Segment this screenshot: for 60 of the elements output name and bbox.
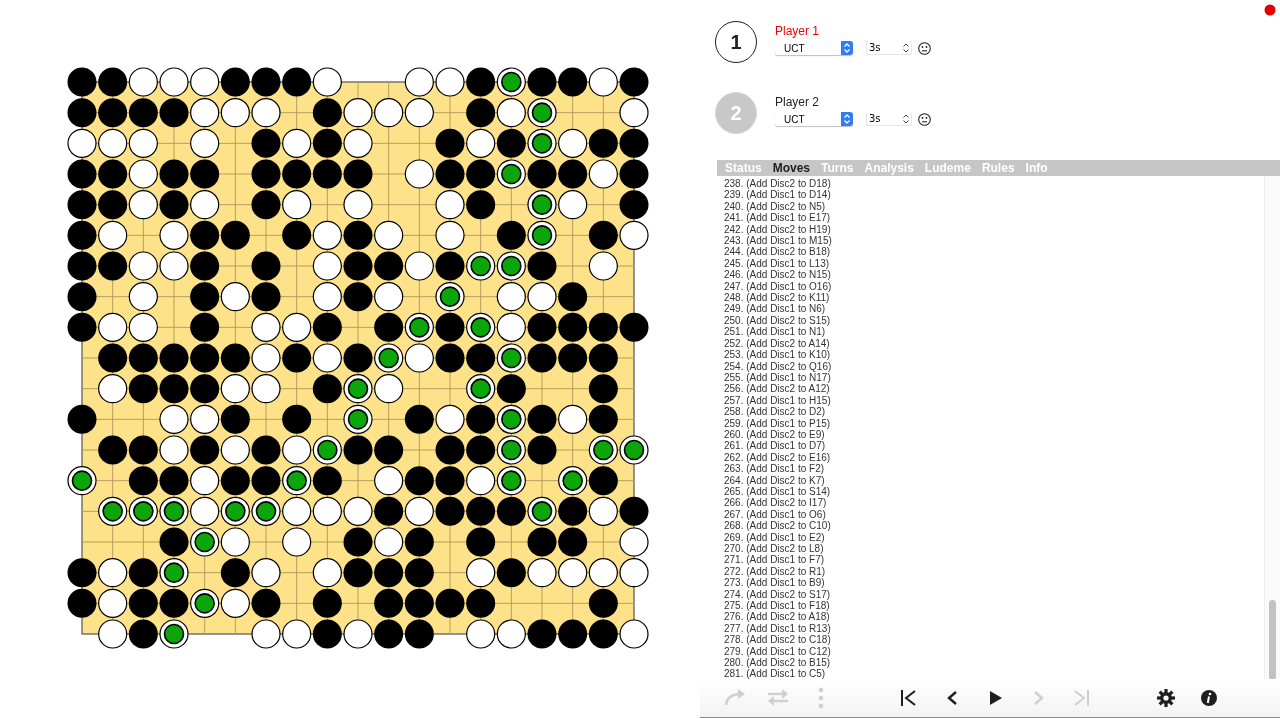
move-entry[interactable]: 280. (Add Disc2 to B15) [724,657,831,669]
player-name: Player 2 [775,95,821,109]
move-entry[interactable]: 270. (Add Disc2 to L8) [724,543,824,555]
move-entry[interactable]: 252. (Add Disc2 to A14) [724,337,830,350]
move-entry[interactable]: 242. (Add Disc2 to H19) [724,223,831,236]
move-entry[interactable]: 281. (Add Disc1 to C5) [724,668,826,679]
move-entry[interactable]: 266. (Add Disc2 to I17) [724,497,827,509]
move-entry[interactable]: 263. (Add Disc1 to F2) [724,463,825,475]
move-entry[interactable]: 255. (Add Disc1 to N17) [724,371,831,384]
move-entry[interactable]: 275. (Add Disc1 to F18) [724,600,830,612]
stepper-icon [902,112,910,125]
move-entry[interactable]: 261. (Add Disc1 to D7) [724,440,826,452]
move-entry[interactable]: 238. (Add Disc2 to D18) [724,178,831,190]
move-entry[interactable]: 245. (Add Disc1 to L13) [724,257,830,270]
ai-dropdown[interactable]: UCT [775,112,853,126]
stepper-icon [902,41,910,54]
time-field[interactable]: 3s [866,41,912,55]
scrollbar-thumb[interactable] [1269,600,1276,679]
move-entry[interactable]: 279. (Add Disc1 to C12) [724,645,831,658]
move-entry[interactable]: 243. (Add Disc1 to M15) [724,235,832,247]
tab[interactable]: Moves [772,160,811,176]
move-entry[interactable]: 246. (Add Disc2 to N15) [724,269,831,281]
move-entry[interactable]: 273. (Add Disc1 to B9) [724,577,825,589]
move-entry[interactable]: 251. (Add Disc1 to N1) [724,326,826,338]
neutral-face-icon[interactable] [918,41,931,55]
move-entry[interactable]: 268. (Add Disc2 to C10) [724,520,831,532]
move-entry[interactable]: 276. (Add Disc2 to A18) [724,611,830,623]
stepper-icon [843,42,851,54]
move-entry[interactable]: 249. (Add Disc1 to N6) [724,303,826,315]
move-entry[interactable]: 277. (Add Disc1 to R13) [724,622,831,635]
move-entry[interactable]: 257. (Add Disc1 to H15) [724,394,831,407]
move-entry[interactable]: 264. (Add Disc2 to K7) [724,474,825,486]
move-entry[interactable]: 247. (Add Disc1 to O16) [724,280,832,293]
move-entry[interactable]: 254. (Add Disc2 to Q16) [724,360,832,372]
neutral-face-icon[interactable] [918,112,931,126]
move-entry[interactable]: 253. (Add Disc1 to K10) [724,349,831,361]
player-name: Player 1 [775,24,821,38]
move-entry[interactable]: 267. (Add Disc1 to O6) [724,508,826,521]
move-entry[interactable]: 258. (Add Disc2 to D2) [724,406,826,418]
move-entry[interactable]: 256. (Add Disc2 to A12) [724,383,830,395]
move-entry[interactable]: 271. (Add Disc1 to F7) [724,554,825,566]
move-entry[interactable]: 241. (Add Disc1 to E17) [724,212,831,224]
move-entry[interactable]: 248. (Add Disc2 to K11) [724,292,830,304]
move-entry[interactable]: 240. (Add Disc2 to N5) [724,200,826,213]
stepper-icon [843,113,851,125]
move-entry[interactable]: 250. (Add Disc2 to S15) [724,314,831,327]
player-number-badge: 1 [715,21,757,63]
move-entry[interactable]: 260. (Add Disc2 to E9) [724,428,825,441]
move-entry[interactable]: 274. (Add Disc2 to S17) [724,588,831,601]
move-entry[interactable]: 265. (Add Disc1 to S14) [724,485,831,498]
move-entry[interactable]: 272. (Add Disc2 to R1) [724,565,826,578]
move-entry[interactable]: 244. (Add Disc2 to B18) [724,246,831,258]
move-entry[interactable]: 262. (Add Disc2 to E16) [724,451,831,464]
move-entry[interactable]: 278. (Add Disc2 to C18) [724,634,831,646]
move-entry[interactable]: 259. (Add Disc1 to P15) [724,417,831,429]
ai-dropdown[interactable]: UCT [775,41,853,55]
move-entry[interactable]: 239. (Add Disc1 to D14) [724,189,831,201]
time-field[interactable]: 3s [866,112,912,126]
move-entry[interactable]: 269. (Add Disc1 to E2) [724,531,825,543]
status-dot-icon [1264,4,1276,16]
